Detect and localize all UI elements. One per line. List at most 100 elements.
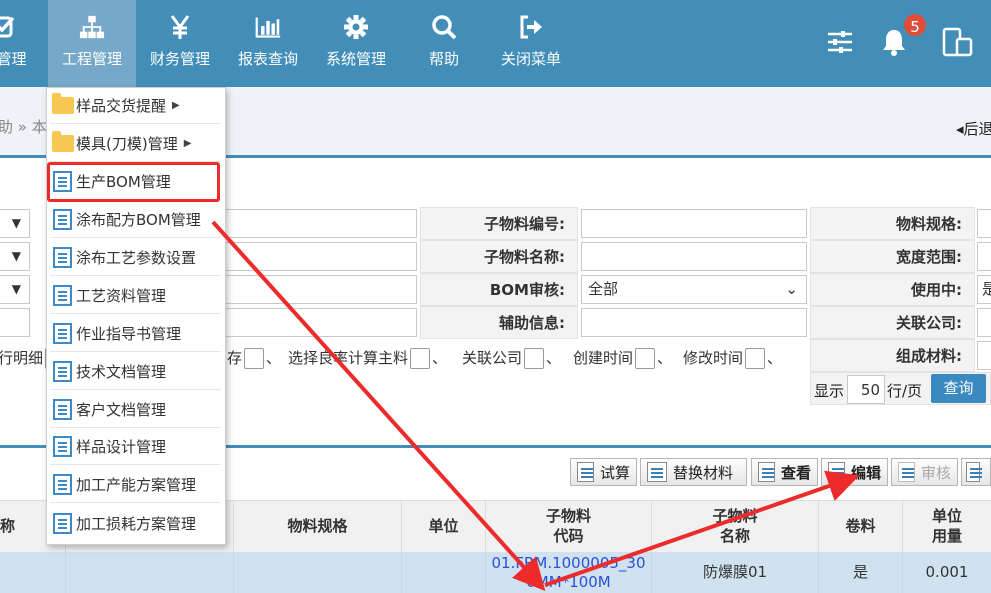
menu-item-label: 加工损耗方案管理	[76, 514, 197, 533]
audit-button[interactable]: 审核	[891, 458, 958, 486]
nav-item-engineering[interactable]: 工程管理	[48, 0, 136, 87]
menu-item-customer-docs[interactable]: 客户文档管理	[50, 392, 221, 428]
option-stock-label: 存	[227, 349, 243, 367]
material-code-input[interactable]	[220, 209, 417, 238]
company-input[interactable]	[977, 308, 991, 337]
menu-item-mold[interactable]: 模具(刀模)管理 ▶	[50, 126, 221, 162]
bom-audit-select[interactable]: 全部 ⌄	[581, 275, 807, 304]
nav-item-finance[interactable]: 财务管理	[136, 0, 224, 87]
column-header[interactable]: 物料规格	[234, 500, 402, 552]
nav-label: 关闭菜单	[500, 50, 561, 68]
table-cell	[66, 552, 234, 593]
separator: 、	[266, 349, 282, 367]
menu-item-label: 工艺资料管理	[76, 287, 167, 305]
sliders-icon[interactable]	[824, 26, 856, 58]
option-modified[interactable]: 修改时间 、	[683, 347, 782, 369]
document-icon	[53, 285, 72, 306]
view-button[interactable]: 查看	[751, 458, 818, 486]
child-name-label: 子物料名称:	[420, 240, 578, 273]
width-range-input[interactable]	[977, 242, 991, 271]
menu-item-tech-docs[interactable]: 技术文档管理	[50, 354, 221, 390]
option-yield[interactable]: 选择良率计算主料 、	[288, 347, 447, 369]
breadcrumb[interactable]: 助 » 本	[0, 116, 47, 137]
filter-input-4[interactable]	[0, 308, 30, 337]
child-name-cell: 防爆膜01	[652, 552, 819, 593]
stock-checkbox[interactable]	[244, 348, 265, 369]
menu-item-sample-delivery[interactable]: 样品交货提醒 ▶	[50, 88, 221, 124]
in-use-label: 使用中:	[810, 273, 975, 306]
edit-button[interactable]: 编辑	[821, 458, 888, 486]
page-size-input[interactable]	[847, 375, 885, 404]
menu-item-label: 技术文档管理	[76, 363, 167, 381]
view-label: 查看	[780, 463, 811, 482]
child-code-input[interactable]	[581, 209, 807, 238]
filter-select-3[interactable]: ▼	[0, 275, 30, 304]
column-header[interactable]: 子物料 名称	[652, 500, 819, 552]
company-checkbox[interactable]	[524, 348, 545, 369]
composition-input[interactable]	[977, 341, 991, 370]
material-category-input[interactable]	[220, 275, 417, 304]
spec-input[interactable]	[977, 209, 991, 238]
filter-select-1[interactable]: ▼	[0, 209, 30, 238]
modified-checkbox[interactable]	[745, 348, 766, 369]
column-header[interactable]: 卷料	[819, 500, 903, 552]
audit-label: 审核	[920, 463, 951, 482]
column-header[interactable]: 子物料 代码	[486, 500, 652, 552]
devices-icon[interactable]	[942, 26, 974, 58]
sitemap-icon	[79, 14, 105, 40]
annotation-highlight-box	[47, 162, 220, 202]
nav-item-quality[interactable]: 质管理	[0, 0, 48, 87]
document-icon	[53, 474, 72, 495]
material-extra-input[interactable]	[220, 308, 417, 337]
document-icon	[53, 361, 72, 382]
option-created[interactable]: 创建时间 、	[573, 347, 672, 369]
bom-audit-label: BOM审核:	[420, 273, 578, 306]
notification-badge: 5	[902, 12, 928, 38]
menu-item-label: 涂布配方BOM管理	[76, 211, 201, 229]
calculator-icon	[577, 462, 594, 482]
nav-item-system[interactable]: 系统管理	[312, 0, 400, 87]
menu-item-capacity-plan[interactable]: 加工产能方案管理	[50, 467, 221, 503]
nav-item-close-menu[interactable]: 关闭菜单	[488, 0, 574, 87]
nav-item-reports[interactable]: 报表查询	[224, 0, 312, 87]
menu-item-coating-params[interactable]: 涂布工艺参数设置	[50, 240, 221, 276]
menu-item-sample-design[interactable]: 样品设计管理	[50, 429, 221, 465]
aux-info-input[interactable]	[581, 308, 807, 337]
menu-item-label: 作业指导书管理	[76, 325, 182, 343]
option-stock[interactable]: 存、	[227, 347, 281, 369]
replace-material-button[interactable]: 替换材料	[640, 458, 747, 486]
folder-icon	[52, 93, 74, 114]
checkbox-icon	[0, 14, 17, 40]
filter-select-2[interactable]: ▼	[0, 242, 30, 271]
child-code-cell[interactable]: 01.FRM.1000005_300MM*100M	[486, 552, 652, 593]
option-detail-label: 行明细	[0, 349, 44, 367]
more-button[interactable]	[961, 458, 991, 486]
trial-button[interactable]: 试算	[570, 458, 637, 486]
audit-icon	[898, 462, 915, 482]
chevron-down-icon: ▼	[11, 282, 21, 296]
composition-label: 组成材料:	[810, 339, 975, 372]
nav-item-help[interactable]: 帮助	[400, 0, 488, 87]
menu-item-coating-bom[interactable]: 涂布配方BOM管理	[50, 202, 221, 238]
child-name-input[interactable]	[581, 242, 807, 271]
column-header[interactable]: 单位 用量	[903, 500, 991, 552]
back-link[interactable]: ◂后退	[956, 118, 991, 139]
option-company[interactable]: 关联公司 、	[462, 347, 561, 369]
in-use-select[interactable]: 是	[977, 275, 991, 304]
sign-out-icon	[518, 14, 544, 40]
chevron-down-icon: ▼	[11, 216, 21, 230]
yen-icon	[167, 14, 193, 40]
show-label: 显示	[814, 382, 845, 400]
document-icon	[53, 399, 72, 420]
yield-checkbox[interactable]	[410, 348, 431, 369]
menu-item-work-instructions[interactable]: 作业指导书管理	[50, 316, 221, 352]
menu-item-process-data[interactable]: 工艺资料管理	[50, 278, 221, 314]
caret-right-icon: ▶	[183, 138, 192, 149]
column-header[interactable]: 单位	[402, 500, 486, 552]
query-button[interactable]: 查询	[931, 374, 986, 403]
material-name-input[interactable]	[220, 242, 417, 271]
bar-chart-icon	[255, 14, 281, 40]
bom-audit-value: 全部	[588, 280, 619, 298]
created-checkbox[interactable]	[635, 348, 656, 369]
menu-item-loss-plan[interactable]: 加工损耗方案管理	[50, 505, 221, 541]
